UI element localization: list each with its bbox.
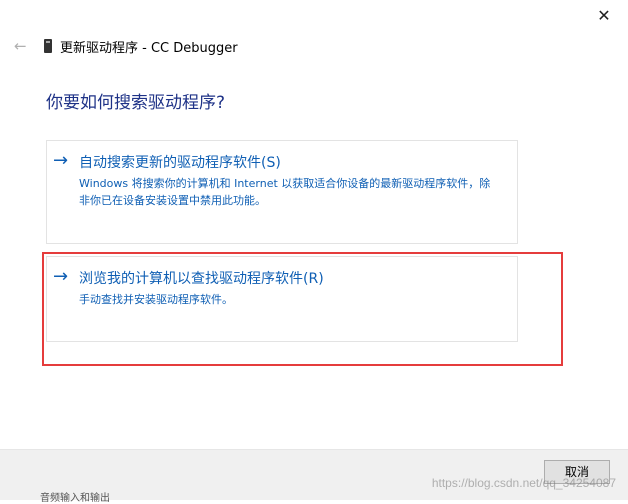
browse-computer-title: 浏览我的计算机以查找驱动程序软件(R) bbox=[79, 271, 324, 287]
auto-search-option[interactable]: → 自动搜索更新的驱动程序软件(S) Windows 将搜索你的计算机和 Int… bbox=[46, 140, 518, 244]
page-heading: 你要如何搜索驱动程序? bbox=[46, 93, 226, 113]
arrow-left-icon[interactable]: ← bbox=[14, 38, 30, 54]
background-peek-text: 音频输入和输出 bbox=[40, 493, 110, 504]
auto-search-title: 自动搜索更新的驱动程序软件(S) bbox=[79, 155, 281, 171]
browse-computer-option[interactable]: → 浏览我的计算机以查找驱动程序软件(R) 手动查找并安装驱动程序软件。 bbox=[46, 256, 518, 342]
browse-computer-description: 手动查找并安装驱动程序软件。 bbox=[79, 293, 233, 306]
watermark-text: https://blog.csdn.net/qq_34254087 bbox=[431, 476, 616, 490]
arrow-right-icon: → bbox=[53, 266, 69, 287]
dialog-title: 更新驱动程序 - CC Debugger bbox=[60, 40, 238, 56]
dialog-header: ← 更新驱动程序 - CC Debugger bbox=[14, 36, 238, 56]
auto-search-description: Windows 将搜索你的计算机和 Internet 以获取适合你设备的最新驱动… bbox=[79, 177, 491, 207]
update-driver-dialog: ✕ ← 更新驱动程序 - CC Debugger 你要如何搜索驱动程序? → 自… bbox=[0, 0, 628, 504]
close-icon[interactable]: ✕ bbox=[594, 6, 614, 26]
usb-device-icon bbox=[44, 39, 52, 53]
arrow-right-icon: → bbox=[53, 150, 69, 171]
